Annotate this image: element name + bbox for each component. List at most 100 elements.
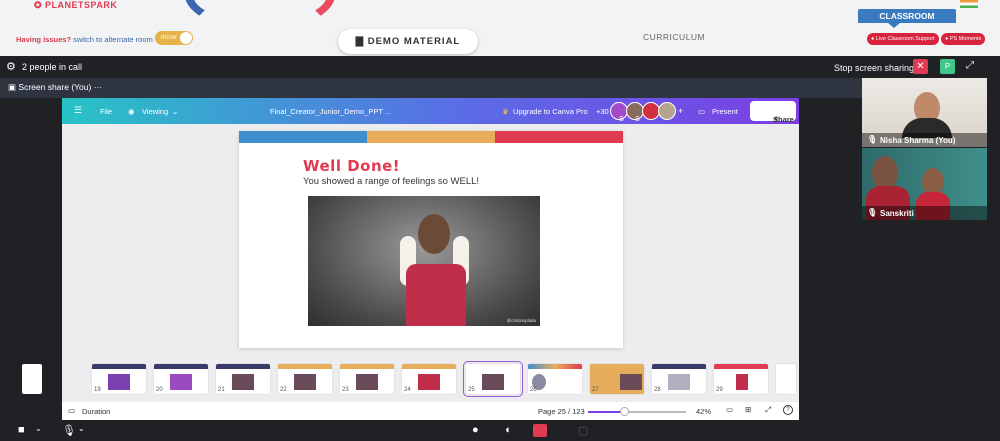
slide-thumbnail[interactable]: 27 [590, 364, 644, 394]
slide-thumbnail[interactable]: 26 [528, 364, 582, 394]
chevron-down-icon[interactable]: ⌄ [172, 107, 178, 116]
bottom-controls: ■ ⌄ 🎙 ⌄ ● ◖ ▢ [0, 420, 1000, 441]
canva-footer: ▭ Duration Page 25 / 123 42% ▭ ⊞ ⤢ ? [62, 402, 799, 420]
page-indicator: Page 25 / 123 [538, 407, 585, 416]
thumb-number: 23 [342, 387, 349, 393]
thumb-number: 28 [654, 387, 661, 393]
slide-thumbnail[interactable] [22, 364, 42, 394]
chevron-down-icon[interactable]: ⌄ [35, 424, 42, 433]
screen-share-label: Screen share (You) [18, 82, 92, 92]
slide-thumbnail[interactable]: 29 [714, 364, 768, 394]
slide-thumbnail[interactable]: 19 [92, 364, 146, 394]
zoom-slider[interactable] [588, 407, 686, 416]
whiteboard-icon[interactable] [533, 424, 547, 437]
slide-thumbnail[interactable]: 23 [340, 364, 394, 394]
close-icon[interactable]: ✕ [913, 59, 928, 74]
participant-tile-nisha[interactable]: 🎙 Nisha Sharma (You) [862, 78, 987, 147]
thumb-number: 24 [404, 387, 411, 393]
room-toggle[interactable]: ROOM [155, 31, 193, 45]
slide-thumbnail-active[interactable]: 25 [463, 361, 523, 397]
collaborator-count[interactable]: +30 [596, 107, 609, 116]
participant-name: Nisha Sharma (You) [880, 136, 956, 145]
india-flag-icon [960, 0, 978, 8]
more-options-icon[interactable]: ··· [94, 82, 103, 92]
stop-screen-sharing-button[interactable]: Stop screen sharing [834, 63, 914, 73]
logo-text: PLANETSPARK [45, 0, 118, 10]
fullscreen-icon[interactable]: ⤢ [966, 60, 974, 71]
slide-thumbnail[interactable]: 24 [402, 364, 456, 394]
demo-material-button[interactable]: ▇ DEMO MATERIAL [338, 29, 478, 54]
fullscreen-icon[interactable]: ⤢ [765, 405, 771, 415]
share-button[interactable]: ⇪ Share [750, 101, 796, 124]
help-icon[interactable]: ? [783, 405, 793, 415]
thumb-picture [736, 374, 748, 390]
slide-title: Well Done! [303, 157, 401, 175]
zoom-level: 42% [696, 407, 712, 416]
slide-subtitle: You showed a range of feelings so WELL! [303, 176, 480, 187]
classroom-tab[interactable]: CLASSROOM [858, 9, 956, 23]
zoom-slider-knob[interactable] [620, 407, 630, 416]
thumb-band [528, 364, 582, 369]
screen-share-icon: ▣ [8, 82, 17, 92]
slide-stripe [367, 131, 495, 143]
thumb-picture [294, 374, 316, 390]
alternate-room-link[interactable]: switch to alternate room [73, 35, 153, 44]
menu-icon[interactable]: ☰ [74, 105, 82, 116]
add-collaborator-icon[interactable]: + [678, 106, 683, 116]
present-button[interactable]: Present [712, 107, 738, 116]
grid-view-icon[interactable]: ⊞ [745, 405, 751, 414]
issues-text: Having issues? switch to alternate room [16, 35, 153, 44]
thumb-picture [418, 374, 440, 390]
participant-p-badge[interactable]: P [940, 59, 955, 74]
live-classroom-support-button[interactable]: ● Live Classroom Support [867, 33, 939, 45]
thumb-picture [482, 374, 504, 390]
live-support-label: Live Classroom Support [875, 36, 935, 42]
folder-icon: ▇ [355, 36, 365, 47]
participant-tile-sanskriti[interactable]: 🎙 Sanskriti [862, 148, 987, 220]
participant-name: Sanskriti [880, 209, 914, 218]
ps-moments-button[interactable]: ● PS Moments [941, 33, 986, 45]
thumb-picture [620, 374, 642, 390]
thumb-band [714, 364, 768, 369]
thumb-number: 25 [468, 387, 475, 393]
gear-icon[interactable]: ⚙ [6, 60, 16, 73]
thumb-picture [108, 374, 130, 390]
room-toggle-label: ROOM [161, 35, 177, 41]
zoom-slider-fill [588, 411, 625, 413]
slide-thumbnail[interactable]: 21 [216, 364, 270, 394]
curriculum-tab[interactable]: CURRICULUM [643, 32, 705, 42]
demo-material-label: DEMO MATERIAL [367, 36, 461, 47]
share-screen-icon[interactable]: ▢ [578, 424, 588, 437]
file-menu[interactable]: File [100, 107, 112, 116]
slide-thumbnail[interactable] [776, 364, 796, 394]
ps-moments-label: PS Moments [949, 36, 982, 42]
thumb-band [216, 364, 270, 369]
slide-stripe [495, 131, 623, 143]
current-slide[interactable]: Well Done! You showed a range of feeling… [239, 131, 623, 348]
slide-thumbnail[interactable]: 20 [154, 364, 208, 394]
participant-name-tag: 🎙 Sanskriti [862, 206, 987, 220]
screen-share-header: ▣ Screen share (You) ··· [0, 78, 862, 98]
timer-icon: ▭ [68, 406, 76, 415]
camera-icon[interactable]: ■ [18, 424, 25, 436]
avatar[interactable] [658, 102, 676, 120]
image-shirt [406, 264, 466, 326]
chevron-down-icon[interactable]: ⌄ [78, 424, 85, 433]
upgrade-canva-pro-link[interactable]: Upgrade to Canva Pro [513, 107, 588, 116]
microphone-icon: 🎙 [867, 208, 878, 217]
slide-thumbnail[interactable]: 28 [652, 364, 706, 394]
participants-icon[interactable]: ● [472, 424, 479, 436]
notes-icon[interactable]: ▭ [726, 405, 733, 414]
issues-label: Having issues? [16, 35, 72, 44]
chat-icon[interactable]: ◖ [504, 424, 511, 436]
toggle-knob [180, 32, 192, 44]
duration-button[interactable]: Duration [82, 407, 110, 416]
microphone-icon[interactable]: 🎙 [62, 424, 76, 437]
document-title[interactable]: Final_Creator_Junior_Demo_PPT ... [270, 107, 391, 116]
viewing-dropdown[interactable]: Viewing [142, 107, 168, 116]
classroom-tab-pointer [888, 23, 900, 28]
thumb-band [402, 364, 456, 369]
slide-thumbnail[interactable]: 22 [278, 364, 332, 394]
thumb-number: 21 [218, 387, 225, 393]
slide-thumbnail-strip: 19 20 21 22 23 24 25 26 27 28 29 [22, 358, 799, 402]
